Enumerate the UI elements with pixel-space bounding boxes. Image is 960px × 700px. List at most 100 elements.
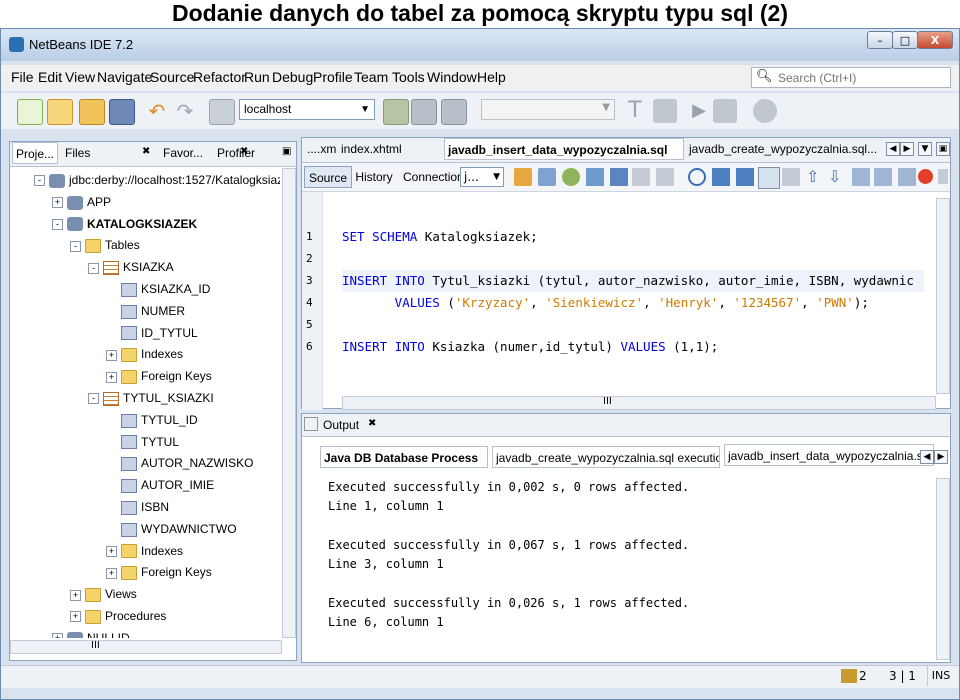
tree-row[interactable]: + Views [70,584,137,604]
search-box[interactable]: 🔍︎ [751,67,951,88]
output-text-area[interactable]: Executed successfully in 0,002 s, 0 rows… [328,480,928,660]
expand-icon[interactable]: + [52,633,63,638]
tree-row[interactable]: + Indexes [106,344,183,364]
menu-team[interactable]: Team [354,69,388,85]
editor-vertical-scrollbar[interactable] [936,198,950,394]
shift-left-icon[interactable] [874,168,892,186]
deploy-icon[interactable] [441,99,467,125]
tree-row[interactable]: - KATALOGKSIAZEK [52,214,197,234]
run-statement-icon[interactable] [538,168,556,186]
tab-favorites[interactable]: Favor... [160,142,208,164]
tree-row[interactable]: ISBN [106,497,169,517]
run-sql-icon[interactable] [514,168,532,186]
tree-row[interactable]: NUMER [106,301,185,321]
scroll-right-icon[interactable]: ▶ [934,450,948,464]
menu-window[interactable]: Window [427,69,477,85]
history-sql-icon[interactable] [586,168,604,186]
build-icon[interactable] [383,99,409,125]
expand-icon[interactable]: + [106,545,117,557]
menu-navigate[interactable]: Navigate [97,69,152,85]
minimize-panel-icon[interactable]: ▣ [936,142,950,156]
expand-icon[interactable]: + [52,197,63,209]
editor-tab[interactable]: javadb_insert_data_wypozyczalnia.sql [444,138,684,160]
open-project-icon[interactable] [79,99,105,125]
menu-run[interactable]: Run [244,69,270,85]
close-icon[interactable]: ✖ [368,418,376,429]
output-title[interactable]: Output [320,414,362,436]
stop-macro-icon[interactable] [918,169,933,184]
scroll-right-icon[interactable]: ▶ [900,142,914,156]
menu-file[interactable]: File [11,69,34,85]
toggle-bookmark-icon[interactable] [852,168,870,186]
expand-icon[interactable]: + [106,371,117,383]
tree-row[interactable]: WYDAWNICTWO [106,519,237,539]
back-icon[interactable] [632,168,650,186]
scroll-left-icon[interactable]: ◀ [920,450,934,464]
connect-icon[interactable] [562,168,580,186]
next-bookmark-icon[interactable]: ⇩ [828,168,846,186]
editor-tab[interactable]: javadb_create_wypozyczalnia.sql... [686,138,882,160]
tree-row[interactable]: AUTOR_NAZWISKO [106,453,253,473]
menu-profile[interactable]: Profile [313,69,353,85]
close-icon[interactable]: ✖ [142,146,150,157]
new-project-icon[interactable] [47,99,73,125]
menu-refactor[interactable]: Refactor [193,69,246,85]
collapse-icon[interactable]: - [88,262,99,274]
shift-right-icon[interactable] [898,168,916,186]
find-icon[interactable] [688,168,706,186]
new-file-icon[interactable] [17,99,43,125]
tree-row[interactable]: TYTUL [106,432,179,452]
tree-horizontal-scrollbar[interactable]: III [10,640,282,654]
menu-debug[interactable]: Debug [272,69,313,85]
close-icon[interactable]: ✖ [240,146,248,157]
editor-tab[interactable]: ....xm [304,138,338,160]
find-prev-icon[interactable] [712,168,730,186]
collapse-icon[interactable]: - [70,240,81,252]
expand-icon[interactable]: + [70,589,81,601]
source-tab[interactable]: Source [304,166,352,188]
maximize-button[interactable]: □ [892,31,918,49]
config-select[interactable]: localhost ▼ [239,99,375,120]
undo-icon[interactable]: ↶ [145,99,169,123]
scroll-left-icon[interactable]: ◀ [886,142,900,156]
tree-row[interactable]: + Procedures [70,606,166,626]
tree-row[interactable]: + NULLID [52,628,130,638]
editor-horizontal-scrollbar[interactable]: III [342,396,936,410]
empty-select[interactable]: ▼ [481,99,615,120]
tab-projects[interactable]: Proje... [12,142,58,164]
menu-view[interactable]: View [65,69,95,85]
collapse-icon[interactable]: - [34,175,45,187]
tree-vertical-scrollbar[interactable] [282,168,296,638]
menu-edit[interactable]: Edit [38,69,62,85]
minimize-panel-icon[interactable]: ▣ [282,146,291,157]
expand-icon[interactable]: + [70,611,81,623]
menu-help[interactable]: Help [477,69,506,85]
profile-icon[interactable] [753,99,777,123]
find-next-icon[interactable] [736,168,754,186]
tree-row[interactable]: + APP [52,192,111,212]
tree-row[interactable]: + Foreign Keys [106,366,212,386]
tree-row[interactable]: ID_TYTUL [106,323,198,343]
redo-icon[interactable]: ↷ [173,99,197,123]
menu-source[interactable]: Source [150,69,194,85]
clean-build-icon[interactable] [411,99,437,125]
tree-row[interactable]: - TYTUL_KSIAZKI [88,388,214,408]
debug-icon[interactable] [713,99,737,123]
tree-row[interactable]: + Indexes [106,541,183,561]
sql-code-area[interactable]: SET SCHEMA Katalogksiazek; INSERT INTO Ty… [342,226,924,396]
clean-icon[interactable] [653,99,677,123]
expand-icon[interactable]: + [106,567,117,579]
tree-row[interactable]: - Tables [70,235,140,255]
tree-row[interactable]: + Foreign Keys [106,562,212,582]
start-macro-icon[interactable] [938,169,948,184]
minimize-button[interactable]: – [867,31,893,49]
tree-row[interactable]: AUTOR_IMIE [106,475,214,495]
collapse-icon[interactable]: - [88,393,99,405]
run-icon[interactable]: ▶ [687,99,711,123]
tab-files[interactable]: Files [62,142,98,164]
close-button[interactable]: X [917,31,953,49]
prev-bookmark-icon[interactable]: ⇧ [806,168,824,186]
output-vertical-scrollbar[interactable] [936,478,950,660]
connection-select[interactable]: j... ▼ [460,167,504,187]
collapse-icon[interactable]: - [52,218,63,230]
